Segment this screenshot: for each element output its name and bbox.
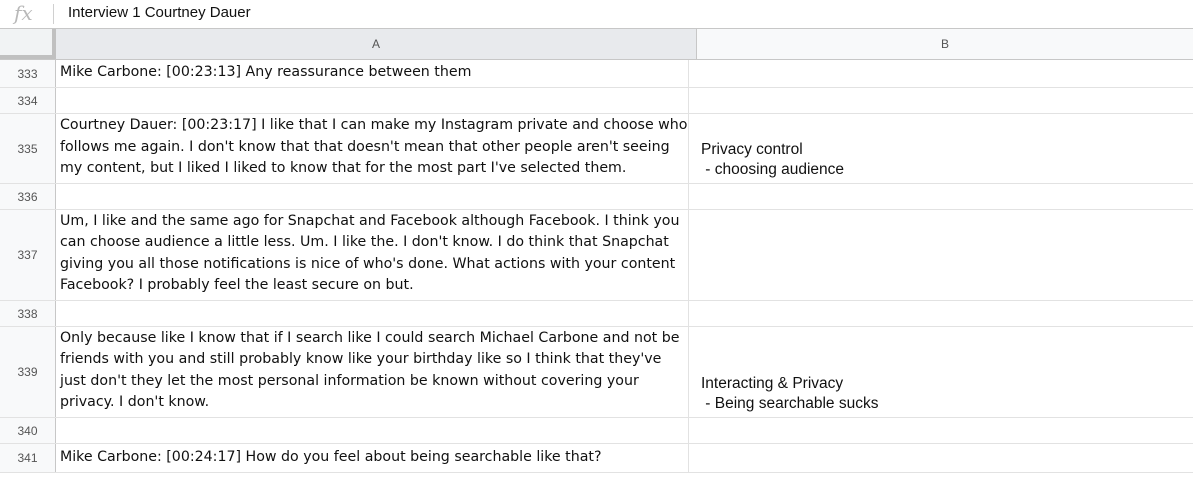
column-header-row: A B: [0, 29, 1193, 60]
table-row: 338: [0, 301, 1193, 327]
row-number[interactable]: 337: [0, 210, 56, 300]
cell-text-line2: - Being searchable sucks: [701, 395, 879, 412]
row-number[interactable]: 333: [0, 60, 56, 87]
formula-bar: fx Interview 1 Courtney Dauer: [0, 0, 1193, 29]
table-row: 333 Mike Carbone: [00:23:13] Any reassur…: [0, 60, 1193, 88]
cell-text: Mike Carbone: [00:24:17] How do you feel…: [60, 448, 602, 465]
formula-input[interactable]: Interview 1 Courtney Dauer: [68, 4, 251, 21]
formula-divider: [53, 4, 54, 24]
table-row: 336: [0, 184, 1193, 210]
cell-a[interactable]: Mike Carbone: [00:23:13] Any reassurance…: [56, 60, 689, 87]
table-row: 334: [0, 88, 1193, 114]
cell-b[interactable]: [697, 184, 1187, 209]
cell-b[interactable]: [697, 418, 1187, 443]
cell-text-line1: Interacting & Privacy: [701, 375, 844, 392]
cell-text: Only because like I know that if I searc…: [60, 330, 684, 410]
cell-text: Mike Carbone: [00:23:13] Any reassurance…: [60, 63, 472, 80]
table-row: 341 Mike Carbone: [00:24:17] How do you …: [0, 444, 1193, 473]
row-number[interactable]: 339: [0, 327, 56, 417]
row-number[interactable]: 341: [0, 444, 56, 472]
cell-a[interactable]: [56, 301, 689, 326]
cell-text-line1: Privacy control: [701, 141, 803, 158]
fx-icon: fx: [14, 1, 33, 25]
cell-a[interactable]: Mike Carbone: [00:24:17] How do you feel…: [56, 444, 689, 472]
row-number[interactable]: 335: [0, 114, 56, 183]
cell-b[interactable]: Interacting & Privacy - Being searchable…: [697, 327, 1187, 417]
cell-a[interactable]: [56, 88, 689, 113]
table-row: 340: [0, 418, 1193, 444]
column-header-a[interactable]: A: [56, 29, 697, 59]
cell-a[interactable]: [56, 184, 689, 209]
cell-text: Um, I like and the same ago for Snapchat…: [60, 213, 684, 293]
cell-a[interactable]: Um, I like and the same ago for Snapchat…: [56, 210, 689, 300]
cell-a[interactable]: [56, 418, 689, 443]
row-number[interactable]: 338: [0, 301, 56, 326]
cell-b[interactable]: [697, 444, 1187, 472]
column-header-b[interactable]: B: [697, 29, 1193, 59]
cell-a[interactable]: Courtney Dauer: [00:23:17] I like that I…: [56, 114, 689, 183]
table-row: 339 Only because like I know that if I s…: [0, 327, 1193, 418]
cell-text: Courtney Dauer: [00:23:17] I like that I…: [60, 117, 692, 176]
row-number[interactable]: 336: [0, 184, 56, 209]
row-number[interactable]: 334: [0, 88, 56, 113]
cell-b[interactable]: [697, 88, 1187, 113]
table-row: 335 Courtney Dauer: [00:23:17] I like th…: [0, 114, 1193, 184]
cell-b[interactable]: [697, 210, 1187, 300]
cell-b[interactable]: [697, 60, 1187, 87]
cell-b[interactable]: Privacy control - choosing audience: [697, 114, 1187, 183]
table-row: 337 Um, I like and the same ago for Snap…: [0, 210, 1193, 301]
select-all-corner[interactable]: [0, 29, 56, 59]
cell-a[interactable]: Only because like I know that if I searc…: [56, 327, 689, 417]
row-number[interactable]: 340: [0, 418, 56, 443]
cell-b[interactable]: [697, 301, 1187, 326]
cell-text-line2: - choosing audience: [701, 161, 845, 178]
